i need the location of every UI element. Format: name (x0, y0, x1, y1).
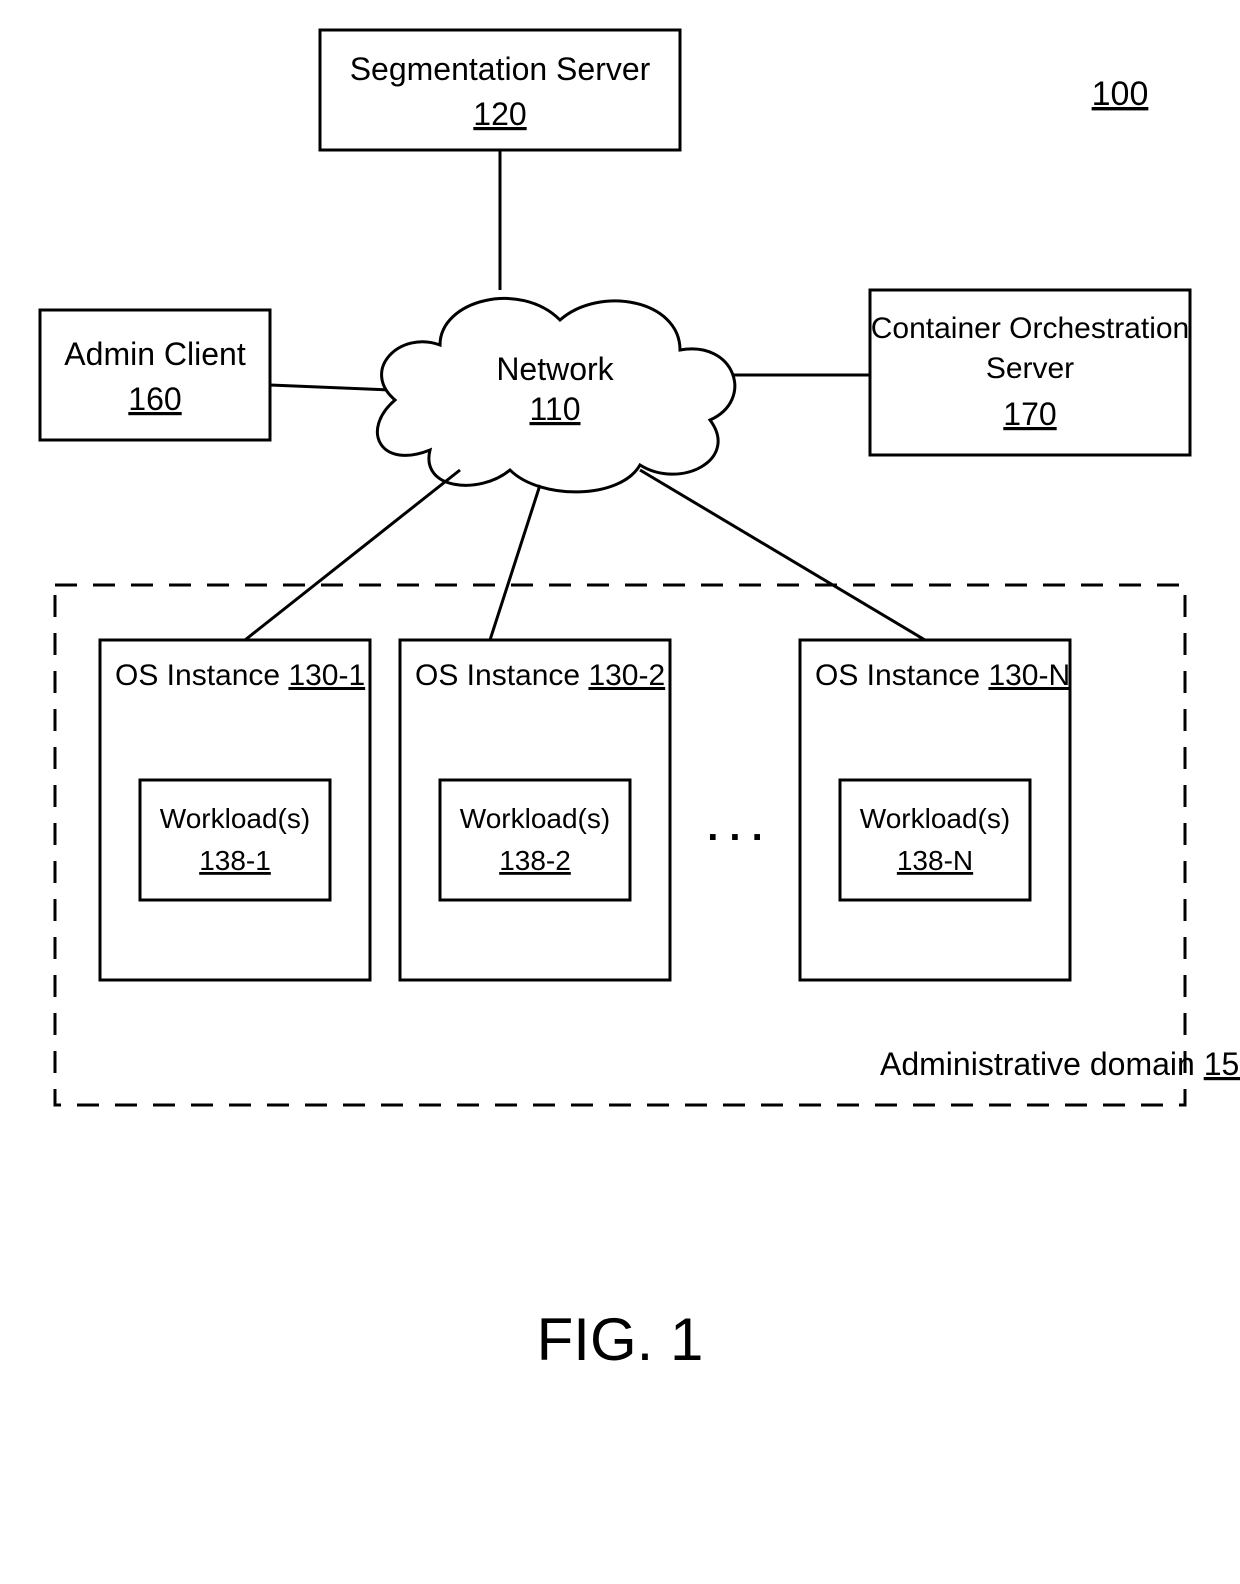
figure-ref-label: 100 (1092, 75, 1149, 113)
workload-2-box (440, 780, 630, 900)
admin-client-title: Admin Client (64, 336, 246, 372)
workload-1-ref: 138-1 (199, 845, 271, 876)
workload-2-title: Workload(s) (460, 803, 610, 834)
network-title: Network (496, 351, 614, 387)
admin-client-ref: 160 (128, 381, 181, 417)
segmentation-server-title: Segmentation Server (350, 51, 651, 87)
workload-1-box (140, 780, 330, 900)
workload-1-title: Workload(s) (160, 803, 310, 834)
figure-caption: FIG. 1 (537, 1306, 704, 1373)
connector-admin-network (270, 385, 390, 390)
connector-network-os1 (245, 470, 460, 640)
admin-client-box (40, 310, 270, 440)
os-instance-2-title: OS Instance 130-2 (415, 659, 665, 692)
workload-2-ref: 138-2 (499, 845, 571, 876)
network-ref: 110 (529, 391, 580, 427)
workload-n-ref: 138-N (897, 845, 973, 876)
segmentation-server-box (320, 30, 680, 150)
os-instance-n-title: OS Instance 130-N (815, 659, 1070, 692)
segmentation-server-ref: 120 (473, 96, 526, 132)
container-server-ref: 170 (1003, 396, 1056, 432)
container-server-title2: Server (986, 352, 1074, 385)
connector-network-os2 (490, 485, 540, 640)
workload-n-box (840, 780, 1030, 900)
ellipsis: . . . (707, 805, 763, 849)
container-server-title1: Container Orchestration (871, 312, 1190, 345)
workload-n-title: Workload(s) (860, 803, 1010, 834)
diagram-canvas: 100 Segmentation Server 120 Admin Client… (0, 0, 1240, 1584)
connector-network-os3 (640, 470, 925, 640)
admin-domain-label: Administrative domain 150 (880, 1046, 1240, 1082)
os-instance-1-title: OS Instance 130-1 (115, 659, 365, 692)
